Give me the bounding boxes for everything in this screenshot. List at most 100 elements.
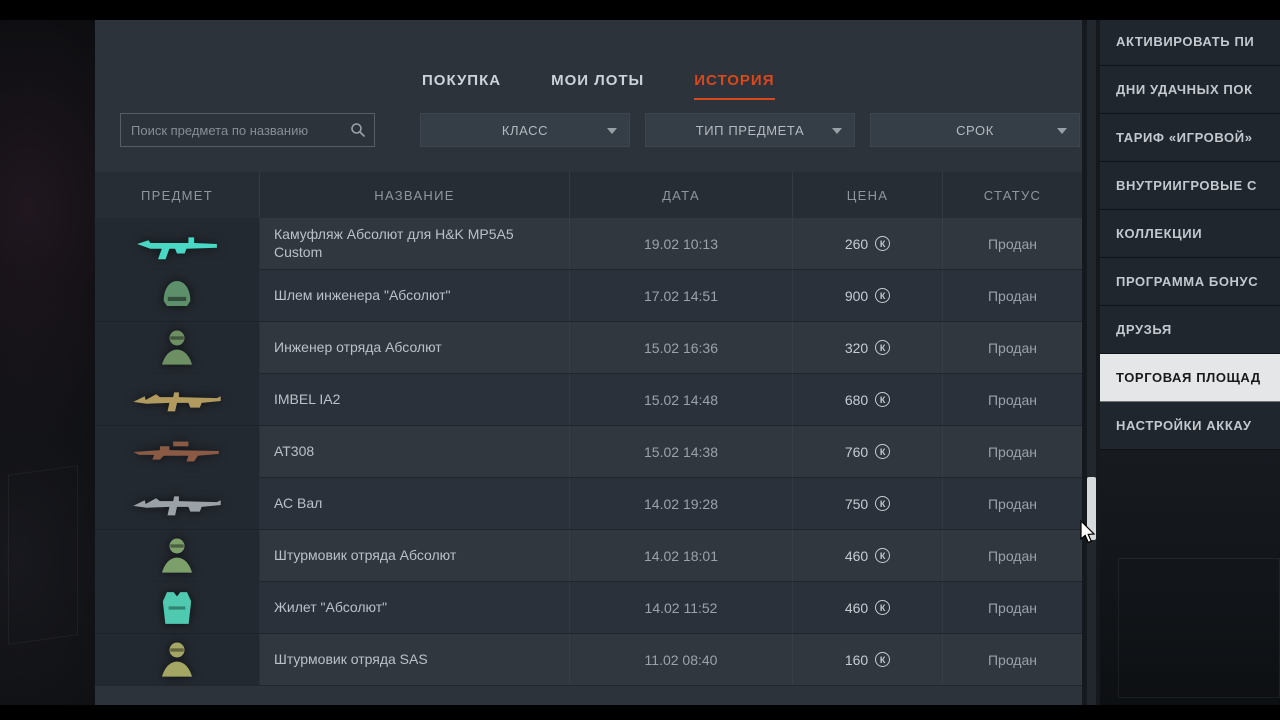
item-price: 750 К	[793, 478, 943, 529]
scrollbar-area	[1082, 20, 1100, 705]
item-date: 14.02 19:28	[570, 478, 793, 529]
item-date: 14.02 11:52	[570, 582, 793, 633]
item-icon	[131, 225, 223, 263]
sidebar-item-label: ТАРИФ «ИГРОВОЙ»	[1116, 130, 1253, 145]
chevron-down-icon	[832, 128, 842, 134]
currency-icon: К	[875, 340, 890, 355]
item-status: Продан	[943, 322, 1082, 373]
table-row[interactable]: Шлем инженера "Абсолют" 17.02 14:51 900 …	[95, 270, 1082, 322]
item-status: Продан	[943, 426, 1082, 477]
item-image-cell	[95, 270, 260, 321]
table-row[interactable]: Инженер отряда Абсолют 15.02 16:36 320 К…	[95, 322, 1082, 374]
history-table-body: Камуфляж Абсолют для H&K MP5A5 Custom 19…	[95, 218, 1082, 686]
item-name: Камуфляж Абсолют для H&K MP5A5 Custom	[260, 218, 570, 269]
item-date: 11.02 08:40	[570, 634, 793, 685]
filter-term-label: СРОК	[956, 123, 994, 138]
tab-history[interactable]: ИСТОРИЯ	[694, 72, 774, 100]
sidebar-item-label: ДРУЗЬЯ	[1116, 322, 1172, 337]
item-status: Продан	[943, 478, 1082, 529]
table-row[interactable]: АТ308 15.02 14:38 760 К Продан	[95, 426, 1082, 478]
item-name: Шлем инженера "Абсолют"	[260, 270, 570, 321]
item-date: 15.02 14:38	[570, 426, 793, 477]
sidebar-menu-item[interactable]: ДНИ УДАЧНЫХ ПОК	[1100, 66, 1280, 114]
item-price-value: 460	[845, 548, 868, 564]
item-name: Штурмовик отряда SAS	[260, 634, 570, 685]
sidebar-item-label: ДНИ УДАЧНЫХ ПОК	[1116, 82, 1253, 97]
item-image-cell	[95, 322, 260, 373]
column-header-status: СТАТУС	[943, 172, 1082, 218]
item-price: 160 К	[793, 634, 943, 685]
item-price: 260 К	[793, 218, 943, 269]
table-row[interactable]: Штурмовик отряда Абсолют 14.02 18:01 460…	[95, 530, 1082, 582]
tab-buy[interactable]: ПОКУПКА	[422, 72, 501, 100]
item-image-cell	[95, 530, 260, 581]
currency-icon: К	[875, 288, 890, 303]
sidebar-menu-item[interactable]: ДРУЗЬЯ	[1100, 306, 1280, 354]
column-header-item: ПРЕДМЕТ	[95, 172, 260, 218]
item-image-cell	[95, 426, 260, 477]
sidebar-menu-item[interactable]: ПРОГРАММА БОНУС	[1100, 258, 1280, 306]
sidebar-item-label: ВНУТРИИГРОВЫЕ С	[1116, 178, 1257, 193]
sidebar-menu-item[interactable]: ТАРИФ «ИГРОВОЙ»	[1100, 114, 1280, 162]
sidebar-menu-item[interactable]: ВНУТРИИГРОВЫЕ С	[1100, 162, 1280, 210]
item-price: 460 К	[793, 530, 943, 581]
item-date: 17.02 14:51	[570, 270, 793, 321]
item-date: 14.02 18:01	[570, 530, 793, 581]
item-image-cell	[95, 478, 260, 529]
currency-icon: К	[875, 600, 890, 615]
item-icon	[157, 640, 197, 680]
table-row[interactable]: Штурмовик отряда SAS 11.02 08:40 160 К П…	[95, 634, 1082, 686]
item-price: 680 К	[793, 374, 943, 425]
sidebar-item-label: АКТИВИРОВАТЬ ПИ	[1116, 34, 1254, 49]
item-price-value: 320	[845, 340, 868, 356]
table-row[interactable]: IMBEL IA2 15.02 14:48 680 К Продан	[95, 374, 1082, 426]
sidebar-item-label: ТОРГОВАЯ ПЛОЩАД	[1116, 370, 1261, 385]
item-icon	[157, 328, 197, 368]
sidebar-item-label: ПРОГРАММА БОНУС	[1116, 274, 1258, 289]
item-status: Продан	[943, 374, 1082, 425]
sidebar-menu-item[interactable]: ТОРГОВАЯ ПЛОЩАД	[1100, 354, 1280, 402]
search-icon	[350, 122, 366, 138]
tab-my-lots[interactable]: МОИ ЛОТЫ	[551, 72, 644, 100]
sidebar-menu-item[interactable]: КОЛЛЕКЦИИ	[1100, 210, 1280, 258]
sidebar-art-shape	[1118, 558, 1280, 698]
item-date: 19.02 10:13	[570, 218, 793, 269]
item-image-cell	[95, 634, 260, 685]
table-row[interactable]: Жилет "Абсолют" 14.02 11:52 460 К Продан	[95, 582, 1082, 634]
item-image-cell	[95, 374, 260, 425]
mouse-cursor	[1080, 520, 1098, 546]
filter-class-dropdown[interactable]: КЛАСС	[420, 113, 630, 147]
item-status: Продан	[943, 530, 1082, 581]
item-price: 760 К	[793, 426, 943, 477]
item-name: IMBEL IA2	[260, 374, 570, 425]
item-price-value: 750	[845, 496, 868, 512]
item-price: 900 К	[793, 270, 943, 321]
currency-icon: К	[875, 392, 890, 407]
chevron-down-icon	[607, 128, 617, 134]
chevron-down-icon	[1057, 128, 1067, 134]
currency-icon: К	[875, 444, 890, 459]
item-date: 15.02 16:36	[570, 322, 793, 373]
item-image-cell	[95, 582, 260, 633]
filter-term-dropdown[interactable]: СРОК	[870, 113, 1080, 147]
search-input[interactable]	[121, 123, 350, 138]
currency-icon: К	[875, 652, 890, 667]
column-header-name: НАЗВАНИЕ	[260, 172, 570, 218]
scrollbar-track[interactable]	[1087, 20, 1096, 705]
filter-class-label: КЛАСС	[502, 123, 548, 138]
item-icon	[157, 276, 197, 316]
sidebar-menu-item[interactable]: АКТИВИРОВАТЬ ПИ	[1100, 18, 1280, 66]
item-name: Инженер отряда Абсолют	[260, 322, 570, 373]
table-row[interactable]: Камуфляж Абсолют для H&K MP5A5 Custom 19…	[95, 218, 1082, 270]
table-row[interactable]: АС Вал 14.02 19:28 750 К Продан	[95, 478, 1082, 530]
sidebar-menu-item[interactable]: НАСТРОЙКИ АККАУ	[1100, 402, 1280, 450]
item-status: Продан	[943, 634, 1082, 685]
item-icon	[157, 536, 197, 576]
filter-item-type-dropdown[interactable]: ТИП ПРЕДМЕТА	[645, 113, 855, 147]
item-status: Продан	[943, 270, 1082, 321]
item-price: 320 К	[793, 322, 943, 373]
currency-icon: К	[875, 548, 890, 563]
screen: ПОКУПКА МОИ ЛОТЫ ИСТОРИЯ КЛАСС ТИП ПРЕДМ…	[0, 0, 1280, 720]
column-header-price: ЦЕНА	[793, 172, 943, 218]
item-icon	[131, 433, 223, 471]
